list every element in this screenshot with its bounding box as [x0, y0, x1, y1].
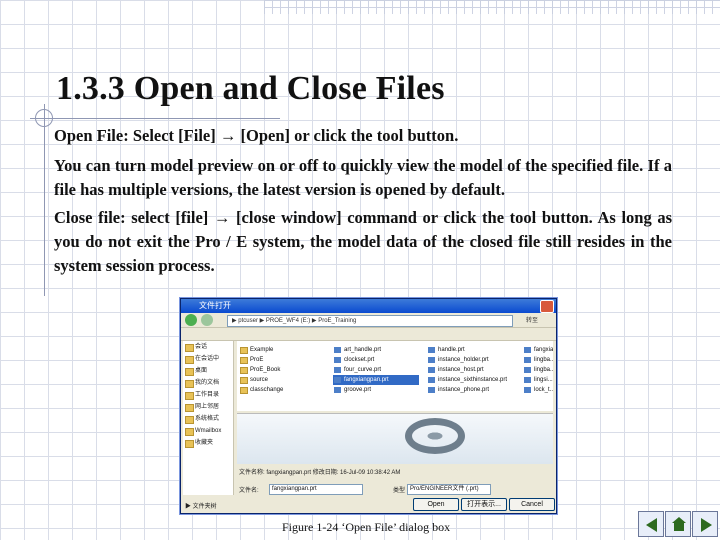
sidebar-item: 网上邻居	[183, 401, 233, 413]
previous-arrow-icon	[646, 518, 657, 532]
title-circle-ornament	[35, 109, 53, 127]
address-bar: ▶ ptcuser ▶ PROE_WF4 (E:) ▶ ProE_Trainin…	[227, 315, 513, 327]
back-icon	[185, 314, 197, 326]
title-underline	[30, 118, 280, 119]
slide-title: 1.3.3 Open and Close Files	[56, 70, 445, 107]
next-slide-button[interactable]	[692, 511, 718, 537]
forward-icon	[201, 314, 213, 326]
sidebar-item: 系统格式	[183, 413, 233, 425]
paragraph-open-file: Open File: Select [File] → [Open] or cli…	[54, 126, 459, 145]
figure-caption: Figure 1-24 ‘Open File’ dialog box	[282, 520, 451, 534]
sidebar-item: 会话	[183, 341, 233, 353]
folder-item: ProE	[239, 355, 325, 365]
file-item: instance_sixthinstance.prt	[427, 375, 517, 385]
sidebar-item: Wmailbox	[183, 425, 233, 437]
file-item: four_curve.prt	[333, 365, 419, 375]
cancel-button: Cancel	[509, 498, 555, 511]
dialog-titlebar: 文件打开	[181, 299, 556, 313]
file-column: art_handle.prt clockset.prt four_curve.p…	[333, 345, 419, 395]
file-item: art_handle.prt	[333, 345, 419, 355]
title-vertical-rule	[44, 104, 45, 296]
dialog-sidebar: 会话 在会话中 桌面 我的文档 工作目录 网上邻居 系统格式 Wmailbox …	[183, 341, 234, 495]
sidebar-item: 我的文档	[183, 377, 233, 389]
paragraph-close-file: Close file: select [file] → [close windo…	[54, 208, 672, 275]
sidebar-item: 收藏夹	[183, 437, 233, 449]
sidebar-item: 桌面	[183, 365, 233, 377]
folder-item: Example	[239, 345, 325, 355]
sidebar-item: 工作目录	[183, 389, 233, 401]
file-item: instance_host.prt	[427, 365, 517, 375]
home-button[interactable]	[665, 511, 691, 537]
go-button: 转至	[525, 318, 538, 324]
folder-item: ProE_Book	[239, 365, 325, 375]
file-item: clockset.prt	[333, 355, 419, 365]
file-info-row: 文件名称: fangxiangpan.prt 修改日期: 16-Jul-09 1…	[239, 470, 401, 476]
file-item: groove.prt	[333, 385, 419, 395]
filename-field: fangxiangpan.prt	[269, 484, 363, 495]
decorative-strip	[264, 0, 720, 14]
filename-label: 文件名:	[239, 488, 259, 494]
dialog-subtoolbar	[181, 328, 556, 341]
model-preview	[237, 413, 553, 464]
file-list: Example ProE ProE_Book source classchang…	[237, 341, 553, 411]
file-item-selected: fangxiangpan.prt	[333, 375, 419, 385]
folder-item: classchange	[239, 385, 325, 395]
steering-wheel-image	[405, 418, 465, 454]
next-arrow-icon	[701, 518, 712, 532]
folder-item: source	[239, 375, 325, 385]
paragraph-preview: You can turn model preview on or off to …	[54, 156, 672, 199]
file-item: lock_t...	[523, 385, 553, 395]
type-select: Pro/ENGINEER文件 (.prt)	[407, 484, 491, 495]
file-item: lingba...	[523, 355, 553, 365]
open-file-dialog-screenshot: 文件打开 ▶ ptcuser ▶ PROE_WF4 (E:) ▶ ProE_Tr…	[180, 298, 557, 514]
file-item: lingsi...	[523, 375, 553, 385]
home-icon	[672, 517, 686, 531]
file-column: fangxia... lingba... lingba... lingsi...…	[523, 345, 553, 395]
dialog-title: 文件打开	[199, 301, 231, 310]
close-icon	[540, 300, 554, 313]
open-more-button: 打开表示...	[461, 498, 507, 511]
file-item: instance_holder.prt	[427, 355, 517, 365]
folder-tree-toggle: ▶ 文件夹树	[185, 504, 217, 510]
file-column: handle.prt instance_holder.prt instance_…	[427, 345, 517, 395]
dialog-toolbar: ▶ ptcuser ▶ PROE_WF4 (E:) ▶ ProE_Trainin…	[181, 313, 556, 328]
sidebar-item: 在会话中	[183, 353, 233, 365]
previous-slide-button[interactable]	[638, 511, 664, 537]
file-item: instance_phone.prt	[427, 385, 517, 395]
file-item: lingba...	[523, 365, 553, 375]
file-item: handle.prt	[427, 345, 517, 355]
file-column: Example ProE ProE_Book source classchang…	[239, 345, 325, 395]
file-item: fangxia...	[523, 345, 553, 355]
open-button: Open	[413, 498, 459, 511]
type-label: 类型	[393, 488, 406, 494]
